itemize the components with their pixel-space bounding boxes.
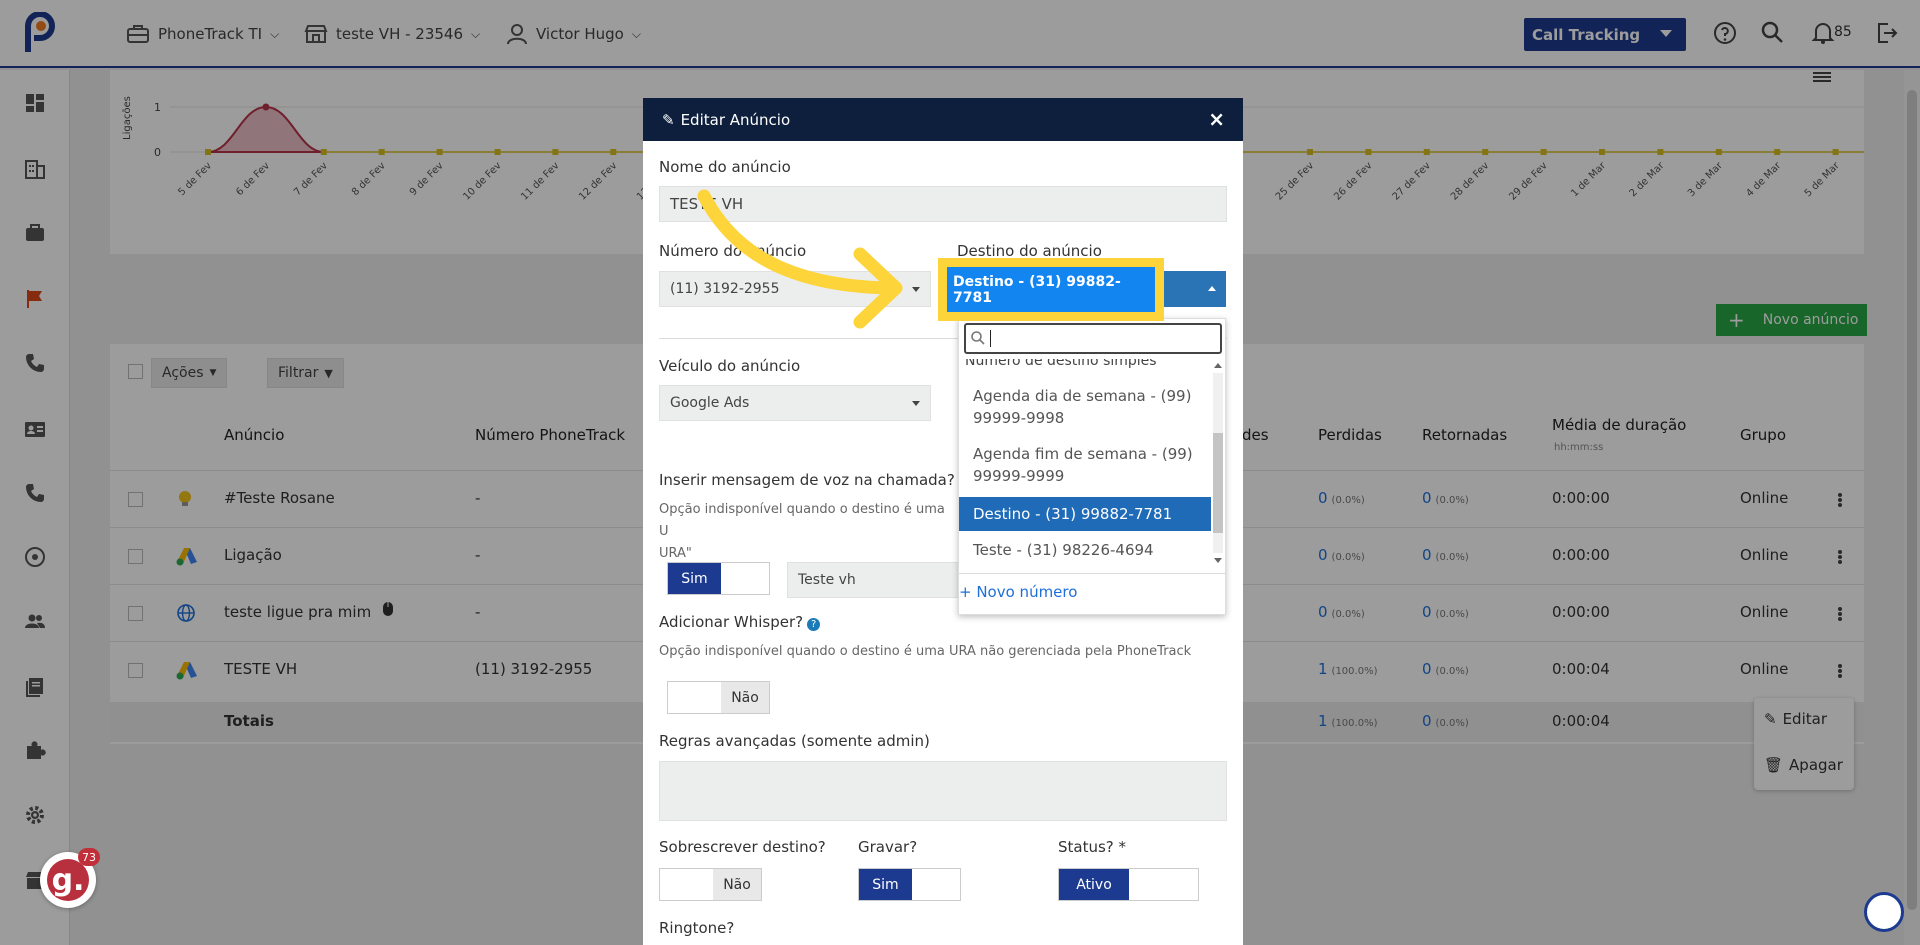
record-toggle-on: Sim (859, 869, 912, 900)
close-icon[interactable]: × (1208, 107, 1225, 131)
name-label: Nome do anúncio (659, 158, 791, 176)
record-label: Gravar? (858, 838, 918, 856)
text-cursor (990, 330, 991, 347)
voice-toggle-off (721, 563, 769, 594)
rules-textarea[interactable] (659, 761, 1227, 821)
tutorial-arrow-icon (697, 189, 903, 329)
option-destino-selected[interactable]: Destino - (31) 99882-7781 (959, 497, 1211, 531)
scroll-thumb[interactable] (1213, 433, 1223, 533)
status-toggle-off (1129, 869, 1198, 900)
modal-title: Editar Anúncio (680, 110, 791, 129)
whisper-label: Adicionar Whisper?? (659, 613, 821, 631)
whisper-toggle-off: Não (721, 682, 769, 713)
caret-down-icon (912, 401, 920, 406)
add-new-number-link[interactable]: + Novo número (959, 583, 1077, 601)
status-label: Status? * (1058, 838, 1127, 856)
scroll-down-icon[interactable] (1214, 558, 1222, 563)
voice-toggle[interactable]: Sim (667, 562, 770, 595)
modal-header: ✎ Editar Anúncio × (643, 98, 1243, 141)
edit-icon: ✎ (662, 110, 675, 129)
voice-toggle-on: Sim (668, 563, 721, 594)
search-icon (971, 331, 985, 345)
voice-message-select[interactable]: Teste vh (787, 562, 967, 598)
status-toggle[interactable]: Ativo (1058, 868, 1199, 901)
assistant-count: 73 (78, 848, 100, 866)
dropdown-divider (959, 573, 1227, 574)
help-icon[interactable]: ? (807, 618, 821, 631)
voice-hint: Opção indisponível quando o destino é um… (659, 502, 945, 561)
destination-search-input[interactable] (964, 323, 1222, 354)
highlighted-destination[interactable]: Destino - (31) 99882-7781 (947, 267, 1155, 312)
option-group-label: Número de destino simples (965, 359, 1157, 369)
whisper-toggle[interactable]: Não (667, 681, 770, 714)
caret-up-icon (1208, 286, 1216, 291)
overwrite-toggle[interactable]: Não (659, 868, 762, 901)
record-toggle[interactable]: Sim (858, 868, 961, 901)
option-agenda-fim-semana[interactable]: Agenda fim de semana - (99) 99999-9999 (959, 439, 1211, 491)
vehicle-select[interactable]: Google Ads (659, 385, 931, 421)
voice-label: Inserir mensagem de voz na chamada?? (659, 471, 972, 489)
vehicle-value: Google Ads (670, 395, 750, 411)
record-toggle-off (912, 869, 960, 900)
whisper-hint: Opção indisponível quando o destino é um… (659, 644, 1192, 659)
option-teste[interactable]: Teste - (31) 98226-4694 (959, 535, 1211, 565)
status-toggle-on: Ativo (1059, 869, 1129, 900)
chat-widget-icon[interactable] (1864, 892, 1904, 932)
overwrite-toggle-off: Não (713, 869, 761, 900)
rules-label: Regras avançadas (somente admin) (659, 732, 930, 750)
tutorial-highlight: Destino - (31) 99882-7781 (938, 258, 1164, 321)
voice-message-value: Teste vh (798, 572, 856, 588)
option-agenda-semana[interactable]: Agenda dia de semana - (99) 99999-9998 (959, 381, 1211, 433)
ringtone-label: Ringtone? (659, 919, 735, 937)
overwrite-toggle-empty (660, 869, 713, 900)
vehicle-label: Veículo do anúncio (659, 357, 801, 375)
destination-options: Número de destino simples Agenda dia de … (959, 359, 1227, 571)
overwrite-label: Sobrescrever destino? (659, 838, 826, 856)
scroll-up-icon[interactable] (1214, 363, 1222, 368)
assistant-badge[interactable]: g. 73 (40, 848, 100, 908)
whisper-toggle-empty (668, 682, 721, 713)
dropdown-scrollbar[interactable] (1213, 363, 1223, 563)
destination-dropdown: Número de destino simples Agenda dia de … (958, 318, 1227, 615)
